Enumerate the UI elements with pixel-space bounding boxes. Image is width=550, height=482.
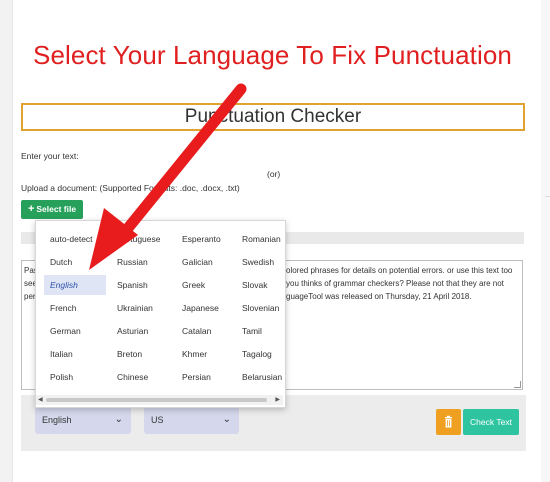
language-option-khmer[interactable]: Khmer: [176, 344, 234, 364]
chevron-down-icon: ⌄: [114, 414, 123, 425]
scroll-right-icon[interactable]: ▶: [275, 396, 280, 403]
or-label: (or): [267, 169, 281, 179]
language-option-japanese[interactable]: Japanese: [176, 298, 234, 318]
language-dropdown[interactable]: English ⌄: [35, 406, 131, 434]
language-option-polish[interactable]: Polish: [44, 367, 106, 387]
scrollbar-thumb[interactable]: [46, 398, 267, 402]
language-option-persian[interactable]: Persian: [176, 367, 234, 387]
language-option-belarusian[interactable]: Belarusian: [236, 367, 285, 387]
popup-horizontal-scrollbar[interactable]: ◀ ▶: [36, 395, 283, 405]
text-line-1-end: olored phrases for details on potential …: [286, 266, 513, 275]
chevron-down-icon: ⌄: [222, 414, 231, 425]
language-option-chinese[interactable]: Chinese: [111, 367, 171, 387]
language-popup: auto-detect Portuguese Esperanto Romanian Du…: [35, 220, 286, 408]
language-option-tagalog[interactable]: Tagalog: [236, 344, 285, 364]
annotation-heading: Select Your Language To Fix Punctuation: [33, 40, 512, 70]
language-option-russian[interactable]: Russian: [111, 252, 171, 272]
resize-handle[interactable]: [514, 381, 521, 388]
right-divider: [545, 196, 550, 197]
language-option-asturian[interactable]: Asturian: [111, 321, 171, 341]
clear-button[interactable]: [436, 409, 461, 435]
language-option-esperanto[interactable]: Esperanto: [176, 229, 234, 249]
language-option-ukrainian[interactable]: Ukrainian: [111, 298, 171, 318]
upload-label: Upload a document: (Supported Formats: .…: [21, 183, 240, 193]
text-line-3-end: guageTool was released on Thursday, 21 A…: [286, 292, 472, 301]
language-option-portuguese[interactable]: Portuguese: [111, 229, 171, 249]
language-option-galician[interactable]: Galician: [176, 252, 234, 272]
language-option-french[interactable]: French: [44, 298, 106, 318]
language-option-slovenian[interactable]: Slovenian: [236, 298, 285, 318]
language-option-breton[interactable]: Breton: [111, 344, 171, 364]
text-line-3-start: per: [24, 292, 36, 301]
language-dropdown-value: English: [42, 415, 72, 425]
variant-dropdown[interactable]: US ⌄: [144, 406, 239, 434]
language-option-slovak[interactable]: Slovak: [236, 275, 285, 295]
language-option-dutch[interactable]: Dutch: [44, 252, 106, 272]
select-file-label: Select file: [36, 204, 77, 214]
language-option-swedish[interactable]: Swedish: [236, 252, 285, 272]
language-option-catalan[interactable]: Catalan: [176, 321, 234, 341]
language-option-romanian[interactable]: Romanian: [236, 229, 285, 249]
language-option-tamil[interactable]: Tamil: [236, 321, 285, 341]
language-option-german[interactable]: German: [44, 321, 106, 341]
check-text-button[interactable]: Check Text: [463, 409, 519, 435]
enter-text-label: Enter your text:: [21, 151, 79, 161]
language-option-auto-detect[interactable]: auto-detect: [44, 229, 106, 249]
language-option-greek[interactable]: Greek: [176, 275, 234, 295]
page-title: Punctuation Checker: [21, 103, 525, 131]
plus-icon: +: [27, 203, 35, 215]
scroll-left-icon[interactable]: ◀: [38, 396, 43, 403]
right-panel-edge: [541, 0, 550, 482]
language-option-english[interactable]: English: [44, 275, 106, 295]
language-option-spanish[interactable]: Spanish: [111, 275, 171, 295]
trash-icon: [445, 415, 452, 428]
variant-dropdown-value: US: [151, 415, 164, 425]
text-line-2-end: you thinks of grammar checkers? Please n…: [286, 279, 504, 288]
language-option-italian[interactable]: Italian: [44, 344, 106, 364]
select-file-button[interactable]: + Select file: [21, 200, 83, 219]
